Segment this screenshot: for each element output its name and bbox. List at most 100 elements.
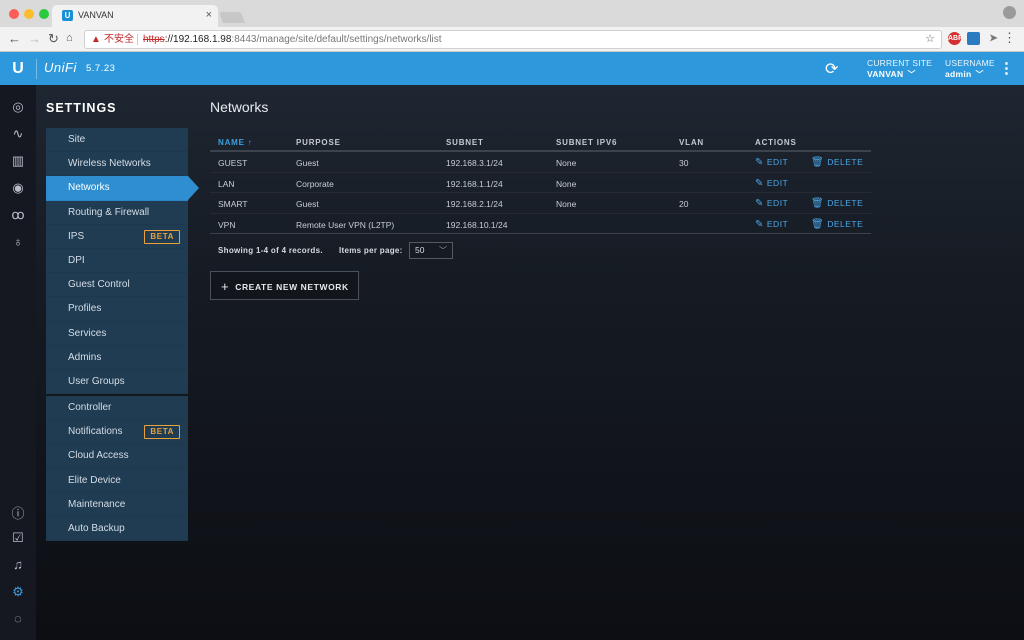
warning-icon: ▲: [91, 34, 101, 45]
delete-label: DELETE: [827, 218, 864, 229]
home-icon[interactable]: ⌂: [66, 32, 73, 44]
delete-button[interactable]: 🗑 DELETE: [811, 219, 863, 230]
cell-name: GUEST: [218, 158, 248, 168]
browser-toolbar: ← → ↻ ⌂ ▲ 不安全 https://192.168.1.98:8443/…: [0, 27, 1024, 52]
extension-icon[interactable]: [967, 32, 980, 45]
insights-icon[interactable]: ♁: [0, 234, 36, 249]
column-header-name[interactable]: NAME ↑: [218, 138, 253, 147]
nav-item-dpi[interactable]: DPI: [46, 249, 188, 274]
edit-button[interactable]: ✎ EDIT: [755, 198, 788, 209]
username-selector[interactable]: USERNAME admin ﹀: [945, 58, 995, 80]
beta-badge: BETA: [144, 229, 180, 244]
cell-name: VPN: [218, 219, 236, 230]
pencil-icon: ✎: [755, 198, 764, 209]
url-bar[interactable]: ▲ 不安全 https://192.168.1.98:8443/manage/s…: [84, 30, 942, 49]
edit-button[interactable]: ✎ EDIT: [755, 178, 788, 189]
close-window-button[interactable]: [9, 9, 19, 19]
bookmark-star-icon[interactable]: ☆: [925, 31, 935, 48]
chevron-down-icon: ﹀: [975, 70, 984, 79]
statistics-icon[interactable]: ∿: [0, 126, 36, 142]
nav-item-routing-firewall[interactable]: Routing & Firewall: [46, 201, 188, 225]
nav-item-label: Notifications: [68, 426, 123, 438]
forward-icon[interactable]: →: [28, 31, 41, 46]
nav-item-label: Profiles: [68, 303, 102, 315]
current-site-selector[interactable]: CURRENT SITE VANVAN ﹀: [867, 58, 932, 80]
delete-button[interactable]: 🗑 DELETE: [811, 198, 863, 209]
nav-item-label: Elite Device: [68, 474, 121, 486]
username-label: USERNAME: [945, 58, 995, 68]
nav-item-label: Site: [68, 134, 86, 145]
clients-icon[interactable]: ꝏ: [0, 207, 36, 223]
tasks-icon[interactable]: ☑: [0, 530, 36, 546]
nav-item-user-groups[interactable]: User Groups: [46, 370, 188, 395]
nav-item-profiles[interactable]: Profiles: [46, 297, 188, 322]
column-header-purpose[interactable]: PURPOSE: [296, 138, 341, 147]
reload-icon[interactable]: ↻: [48, 31, 59, 47]
cell-subnet: 192.168.1.1/24: [446, 178, 503, 189]
ubiquiti-logo-icon[interactable]: U: [0, 52, 36, 85]
nav-item-maintenance[interactable]: Maintenance: [46, 493, 188, 517]
nav-item-cloud-access[interactable]: Cloud Access: [46, 444, 188, 469]
username-value: admin: [945, 69, 972, 79]
nav-item-elite-device[interactable]: Elite Device: [46, 469, 188, 493]
refresh-icon[interactable]: ⟳: [825, 59, 838, 79]
minimize-window-button[interactable]: [24, 9, 34, 19]
browser-menu-icon[interactable]: ⋮: [1003, 30, 1016, 46]
nav-item-guest-control[interactable]: Guest Control: [46, 273, 188, 298]
sort-ascending-icon: ↑: [247, 138, 253, 147]
nav-item-site[interactable]: Site: [46, 128, 188, 153]
back-icon[interactable]: ←: [8, 31, 21, 46]
chat-icon[interactable]: ◌: [0, 611, 36, 626]
send-extension-icon[interactable]: ➤: [987, 32, 1000, 45]
devices-icon[interactable]: ◉: [0, 180, 36, 196]
icon-rail: ◎ ∿ ▥ ◉ ꝏ ♁ ⓘ ☑ ♫ ⚙ ◌: [0, 85, 36, 640]
settings-icon[interactable]: ⚙: [0, 584, 36, 600]
current-site-value: VANVAN: [867, 69, 904, 79]
edit-label: EDIT: [766, 177, 789, 188]
nav-item-admins[interactable]: Admins: [46, 346, 188, 370]
edit-button[interactable]: ✎ EDIT: [755, 157, 788, 168]
column-header-vlan[interactable]: VLAN: [679, 138, 704, 147]
create-new-network-button[interactable]: + CREATE NEW NETWORK: [210, 271, 359, 300]
table-row: GUEST Guest 192.168.3.1/24 None 30 ✎ EDIT…: [210, 152, 871, 173]
nav-item-services[interactable]: Services: [46, 322, 188, 346]
pagination-summary: Showing 1-4 of 4 records.: [218, 246, 323, 255]
app-menu-icon[interactable]: ⋮: [999, 59, 1014, 77]
items-per-page-select[interactable]: 50 ﹀: [409, 242, 453, 259]
current-site-label: CURRENT SITE: [867, 58, 933, 68]
trash-icon: 🗑: [811, 198, 825, 209]
unifi-favicon-icon: U: [62, 10, 73, 21]
dashboard-icon[interactable]: ◎: [0, 99, 36, 115]
info-icon[interactable]: ⓘ: [0, 503, 36, 522]
nav-item-wireless-networks[interactable]: Wireless Networks: [46, 152, 188, 177]
nav-item-auto-backup[interactable]: Auto Backup: [46, 517, 188, 542]
chevron-down-icon: ﹀: [907, 70, 916, 79]
tab-close-icon[interactable]: ×: [206, 9, 212, 21]
chevron-down-icon: ﹀: [439, 246, 447, 255]
table-row: VPN Remote User VPN (L2TP) 192.168.10.1/…: [210, 214, 871, 234]
edit-button[interactable]: ✎ EDIT: [755, 219, 788, 230]
nav-item-notifications[interactable]: Notifications BETA: [46, 420, 188, 445]
adblock-extension-icon[interactable]: ABP: [948, 32, 963, 45]
pencil-icon: ✎: [755, 157, 764, 168]
create-new-network-label: CREATE NEW NETWORK: [235, 282, 349, 292]
browser-tab[interactable]: U VANVAN ×: [52, 5, 218, 27]
delete-button[interactable]: 🗑 DELETE: [811, 157, 863, 168]
insecure-label: 不安全: [104, 34, 134, 45]
column-header-subnet-ipv6[interactable]: SUBNET IPV6: [556, 138, 617, 147]
nav-item-controller[interactable]: Controller: [46, 396, 188, 421]
table-row: SMART Guest 192.168.2.1/24 None 20 ✎ EDIT…: [210, 193, 871, 214]
alerts-icon[interactable]: ♫: [0, 557, 36, 572]
nav-item-label: Controller: [68, 402, 112, 413]
nav-item-networks[interactable]: Networks: [46, 176, 199, 201]
column-header-subnet[interactable]: SUBNET: [446, 138, 484, 147]
items-per-page-value: 50: [415, 245, 425, 255]
table-header: NAME ↑ PURPOSE SUBNET SUBNET IPV6 VLAN A…: [210, 135, 871, 152]
profile-icon[interactable]: [1003, 6, 1016, 19]
nav-item-ips[interactable]: IPS BETA: [46, 225, 188, 249]
map-icon[interactable]: ▥: [0, 153, 36, 169]
nav-item-label: Routing & Firewall: [68, 206, 150, 218]
maximize-window-button[interactable]: [39, 9, 49, 19]
nav-item-label: Guest Control: [68, 279, 130, 291]
new-tab-button[interactable]: [218, 12, 246, 23]
